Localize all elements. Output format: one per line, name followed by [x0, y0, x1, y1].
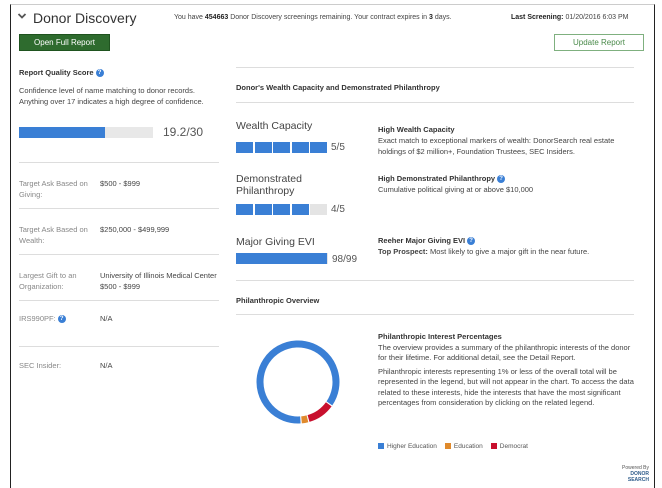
report-quality-label: Report Quality Score [19, 68, 94, 77]
divider [19, 254, 219, 255]
report-quality-title: Report Quality Score? [19, 68, 104, 78]
info-icon[interactable]: ? [467, 237, 476, 246]
description-title: High Wealth Capacity [378, 125, 455, 134]
divider [19, 208, 219, 209]
meter-segment [273, 142, 290, 153]
divider [236, 102, 634, 103]
demonstrated-philanthropy-label: Demonstrated Philanthropy [236, 173, 302, 197]
divider [236, 314, 634, 315]
legend-item-higher-education[interactable]: Higher Education [378, 443, 437, 450]
field-label: Largest Gift to an Organization: [19, 271, 77, 291]
meter-segment [273, 204, 290, 215]
description-title-row: Reeher Major Giving EVI? [378, 235, 638, 246]
divider [19, 162, 219, 163]
meter-segment [236, 204, 253, 215]
meter-segment [236, 142, 253, 153]
field-value: $500 - $999 [100, 179, 141, 188]
major-giving-evi-score: 98/99 [332, 254, 358, 265]
screenings-count: 454663 [204, 14, 229, 21]
last-screening-value: 01/20/2016 6:03 PM [563, 14, 629, 21]
donut-slice-democrat[interactable] [307, 402, 332, 422]
field-label: Target Ask Based on Wealth: [19, 225, 88, 245]
last-screening-label: Last Screening: [511, 14, 564, 21]
field-value: N/A [100, 314, 113, 323]
demonstrated-philanthropy-description: High Demonstrated Philanthropy? Cumulati… [378, 173, 638, 195]
description-text-row: Top Prospect: Most likely to give a majo… [378, 246, 638, 257]
donorsearch-logo-line2: SEARCH [627, 477, 649, 483]
legend-swatch [490, 443, 497, 450]
open-full-report-button[interactable]: Open Full Report [19, 34, 110, 51]
interest-paragraph-2: Philanthropic interests representing 1% … [378, 366, 634, 408]
last-screening: Last Screening: 01/20/2016 6:03 PM [511, 14, 629, 21]
info-icon[interactable]: ? [497, 175, 506, 184]
legend-label: Democrat [499, 443, 528, 450]
divider [236, 280, 634, 281]
field-label: SEC Insider: [19, 361, 62, 370]
demonstrated-philanthropy-meter [236, 204, 327, 215]
legend-swatch [444, 443, 451, 450]
screenings-notice: You have 454663 Donor Discovery screenin… [174, 14, 452, 21]
major-giving-evi-label: Major Giving EVI [236, 236, 315, 248]
description-text: Exact match to exceptional markers of we… [378, 136, 615, 156]
meter-segment [291, 204, 309, 215]
interest-title: Philanthropic Interest Percentages [378, 332, 502, 341]
wealth-capacity-description: High Wealth Capacity Exact match to exce… [378, 124, 638, 157]
wealth-capacity-score: 5/5 [331, 142, 345, 153]
field-value: $250,000 - $499,999 [100, 225, 170, 234]
description-text: Most likely to give a major gift in the … [427, 247, 590, 256]
legend-label: Higher Education [387, 443, 437, 450]
meter-segment [254, 142, 272, 153]
panel-header: Donor Discovery You have 454663 Donor Di… [11, 5, 654, 31]
field-label: Target Ask Based on Giving: [19, 179, 88, 199]
meter-segment [310, 204, 327, 215]
update-report-button[interactable]: Update Report [554, 34, 644, 51]
info-icon[interactable]: ? [57, 315, 66, 324]
description-title-row: High Demonstrated Philanthropy? [378, 173, 638, 184]
field-value: University of Illinois Medical Center $5… [100, 271, 217, 291]
wealth-capacity-meter [236, 142, 327, 153]
legend-item-democrat[interactable]: Democrat [490, 443, 528, 450]
notice-prefix: You have [174, 14, 205, 21]
overview-title: Philanthropic Overview [236, 296, 320, 305]
divider [19, 346, 219, 347]
donor-discovery-panel: Donor Discovery You have 454663 Donor Di… [10, 4, 655, 488]
description-bold: Top Prospect: [378, 247, 428, 256]
interest-paragraph-1: The overview provides a summary of the p… [378, 342, 631, 363]
report-quality-bar [19, 127, 153, 138]
interest-percentages-info: Philanthropic Interest Percentages The o… [378, 332, 640, 409]
powered-by-logo: Powered By DONOR SEARCH [609, 465, 649, 483]
major-giving-evi-bar [236, 253, 328, 264]
major-giving-evi-description: Reeher Major Giving EVI? Top Prospect: M… [378, 235, 638, 257]
notice-middle: Donor Discovery screenings remaining. Yo… [228, 14, 430, 21]
donut-slice-education[interactable] [301, 415, 309, 424]
info-icon[interactable]: ? [95, 69, 104, 78]
divider [19, 300, 219, 301]
meter-segment [254, 204, 272, 215]
report-quality-description: Confidence level of name matching to don… [19, 86, 204, 106]
meter-segment [291, 142, 309, 153]
legend-label: Education [453, 443, 483, 450]
report-quality-score: 19.2/30 [163, 125, 204, 139]
irs990pf-label: IRS990PF: [19, 314, 56, 323]
philanthropic-interest-donut-chart [256, 340, 340, 424]
chevron-down-icon[interactable] [17, 11, 27, 21]
field-label-irs990pf: IRS990PF:? [19, 313, 101, 324]
notice-suffix: days. [432, 14, 452, 21]
description-title: High Demonstrated Philanthropy [378, 174, 496, 183]
demonstrated-philanthropy-score: 4/5 [331, 204, 345, 215]
panel-title: Donor Discovery [33, 10, 137, 26]
divider [236, 67, 634, 68]
report-quality-bar-fill [19, 127, 105, 138]
chart-legend: Higher Education Education Democrat [378, 443, 528, 450]
major-giving-evi-bar-fill [236, 253, 328, 264]
meter-segment [310, 142, 327, 153]
description-title: Reeher Major Giving EVI [378, 236, 466, 245]
legend-swatch [378, 443, 384, 450]
wealth-capacity-label: Wealth Capacity [236, 120, 313, 132]
field-value: N/A [100, 361, 113, 370]
wealth-section-title: Donor's Wealth Capacity and Demonstrated… [236, 83, 440, 92]
legend-item-education[interactable]: Education [444, 443, 483, 450]
description-text: Cumulative political giving at or above … [378, 185, 534, 194]
